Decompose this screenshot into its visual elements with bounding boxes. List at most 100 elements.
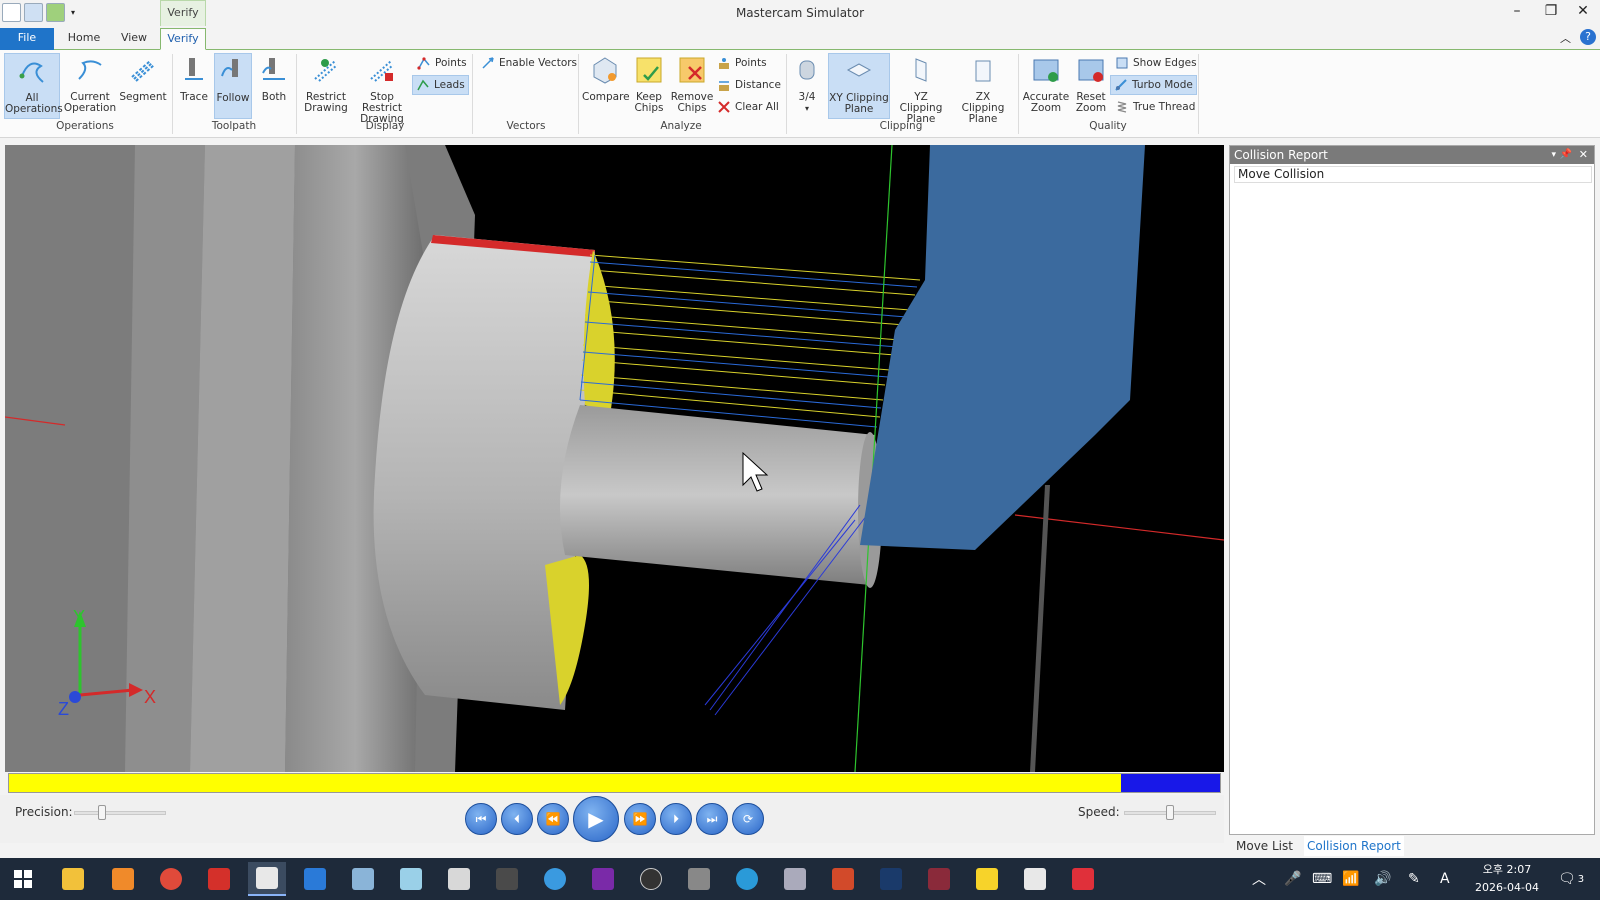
three-quarter-button[interactable]: 3/4 ▾	[792, 53, 822, 119]
analyze-points-button[interactable]: Points	[714, 53, 770, 73]
both-button[interactable]: Both	[256, 53, 292, 119]
xmind-icon[interactable]	[1064, 862, 1102, 896]
reset-zoom-button[interactable]: Reset Zoom	[1072, 53, 1110, 119]
all-operations-label: All Operations	[5, 92, 63, 115]
tab-verify[interactable]: Verify	[160, 28, 206, 50]
outlook-icon[interactable]	[296, 862, 334, 896]
rewind-icon[interactable]: ⏪	[537, 803, 569, 835]
zx-clipping-plane-button[interactable]: ZX Clipping Plane	[954, 53, 1012, 125]
help-icon[interactable]: ?	[1580, 29, 1596, 45]
tia-portal-icon[interactable]	[776, 862, 814, 896]
follow-button[interactable]: Follow	[214, 53, 252, 119]
trace-icon	[185, 58, 203, 80]
enable-vectors-label: Enable Vectors	[499, 57, 578, 69]
paint-app-icon[interactable]	[440, 862, 478, 896]
calculator-icon[interactable]	[488, 862, 526, 896]
pen-icon[interactable]: ✎	[1408, 858, 1420, 900]
taskbar-clock[interactable]: 오후 2:07 2026-04-04	[1468, 861, 1546, 897]
skip-to-end-icon[interactable]: ⏭	[696, 803, 728, 835]
terminal-app-icon[interactable]	[872, 862, 910, 896]
mastercam-icon[interactable]	[248, 862, 286, 896]
ribbon-collapse-icon[interactable]: ︿	[1560, 30, 1571, 46]
onenote-icon[interactable]	[584, 862, 622, 896]
leads-button[interactable]: Leads	[412, 75, 469, 95]
current-operation-label: Current Operation	[63, 91, 117, 114]
app-icon-red[interactable]	[200, 862, 238, 896]
move-collision-column-header[interactable]: Move Collision	[1234, 166, 1592, 183]
compare-button[interactable]: Compare	[582, 53, 630, 119]
enable-vectors-button[interactable]: Enable Vectors	[478, 53, 580, 73]
tray-overflow-icon[interactable]: ︿	[1252, 858, 1266, 900]
accurate-zoom-button[interactable]: Accurate Zoom	[1022, 53, 1070, 119]
panel-tabs: Move List Collision Report	[1229, 836, 1595, 856]
camera-icon[interactable]	[680, 862, 718, 896]
speed-slider-thumb[interactable]	[1166, 805, 1174, 820]
cad-app-icon[interactable]	[344, 862, 382, 896]
note-app-icon[interactable]	[392, 862, 430, 896]
obs-icon[interactable]	[632, 862, 670, 896]
segment-label: Segment	[119, 91, 167, 103]
trace-button[interactable]: Trace	[176, 53, 212, 119]
language-icon[interactable]: ⌨	[1312, 858, 1332, 900]
restore-icon[interactable]: ❐	[1536, 3, 1566, 23]
precision-slider[interactable]	[74, 805, 166, 820]
panel-close-icon[interactable]: ✕	[1579, 146, 1588, 164]
maps-icon[interactable]	[536, 862, 574, 896]
file-explorer-icon[interactable]	[54, 862, 92, 896]
panel-pin-icon[interactable]: 📌	[1560, 146, 1572, 164]
keep-chips-button[interactable]: Keep Chips	[630, 53, 668, 119]
simulation-viewport[interactable]: Y X Z	[5, 145, 1224, 772]
remove-chips-button[interactable]: Remove Chips	[670, 53, 714, 119]
loop-icon[interactable]: ⟳	[732, 803, 764, 835]
mxc-app-icon[interactable]	[920, 862, 958, 896]
tab-file[interactable]: File	[0, 28, 54, 50]
all-operations-button[interactable]: All Operations	[4, 53, 63, 119]
step-back-icon[interactable]: ⏴	[501, 803, 533, 835]
segment-button[interactable]: Segment	[118, 53, 168, 119]
turbo-mode-button[interactable]: Turbo Mode	[1110, 75, 1197, 95]
true-thread-button[interactable]: True Thread	[1112, 97, 1198, 117]
restrict-drawing-button[interactable]: Restrict Drawing	[300, 53, 352, 119]
step-forward-icon[interactable]: ⏵	[660, 803, 692, 835]
pencil-app-icon[interactable]	[104, 862, 142, 896]
ime-indicator[interactable]: A	[1440, 858, 1450, 900]
tab-view[interactable]: View	[114, 28, 154, 50]
current-operation-button[interactable]: Current Operation	[62, 53, 118, 119]
tab-collision-report[interactable]: Collision Report	[1303, 836, 1404, 856]
distance-icon	[719, 81, 729, 91]
volume-icon[interactable]: 🔊	[1374, 858, 1391, 900]
tab-move-list[interactable]: Move List	[1233, 836, 1296, 856]
leads-icon	[417, 79, 429, 91]
microphone-icon[interactable]: 🎤	[1284, 858, 1301, 900]
start-button[interactable]	[4, 862, 42, 896]
xy-clipping-plane-button[interactable]: XY Clipping Plane	[828, 53, 890, 119]
edge-icon[interactable]	[728, 862, 766, 896]
simulation-progress-bar[interactable]	[8, 773, 1221, 793]
clock-time: 오후 2:07	[1482, 863, 1532, 876]
show-edges-button[interactable]: Show Edges	[1112, 53, 1200, 73]
distance-label: Distance	[735, 79, 781, 91]
all-operations-icon	[19, 62, 44, 83]
display-points-button[interactable]: Points	[414, 53, 470, 73]
analyze-points-icon	[719, 58, 729, 69]
precision-slider-thumb[interactable]	[98, 805, 106, 820]
notification-center-icon[interactable]: 🗨 3	[1558, 858, 1584, 900]
clear-all-button[interactable]: Clear All	[714, 97, 782, 117]
tab-home[interactable]: Home	[64, 28, 104, 50]
minimize-icon[interactable]: –	[1502, 3, 1532, 23]
chrome-icon[interactable]	[152, 862, 190, 896]
speed-slider[interactable]	[1124, 805, 1216, 820]
yz-clipping-plane-button[interactable]: YZ Clipping Plane	[892, 53, 950, 125]
skip-to-start-icon[interactable]: ⏮	[465, 803, 497, 835]
network-icon[interactable]: 📶	[1342, 858, 1359, 900]
play-icon[interactable]: ▶	[573, 796, 619, 842]
close-icon[interactable]: ✕	[1568, 3, 1598, 23]
fast-forward-icon[interactable]: ⏩	[624, 803, 656, 835]
panel-dropdown-icon[interactable]: ▾	[1551, 146, 1556, 164]
kakaotalk-icon[interactable]	[968, 862, 1006, 896]
powerpoint-icon[interactable]	[824, 862, 862, 896]
stop-restrict-drawing-button[interactable]: Stop Restrict Drawing	[352, 53, 412, 125]
acrobat-icon[interactable]	[1016, 862, 1054, 896]
group-divider	[472, 54, 473, 134]
distance-button[interactable]: Distance	[714, 75, 784, 95]
